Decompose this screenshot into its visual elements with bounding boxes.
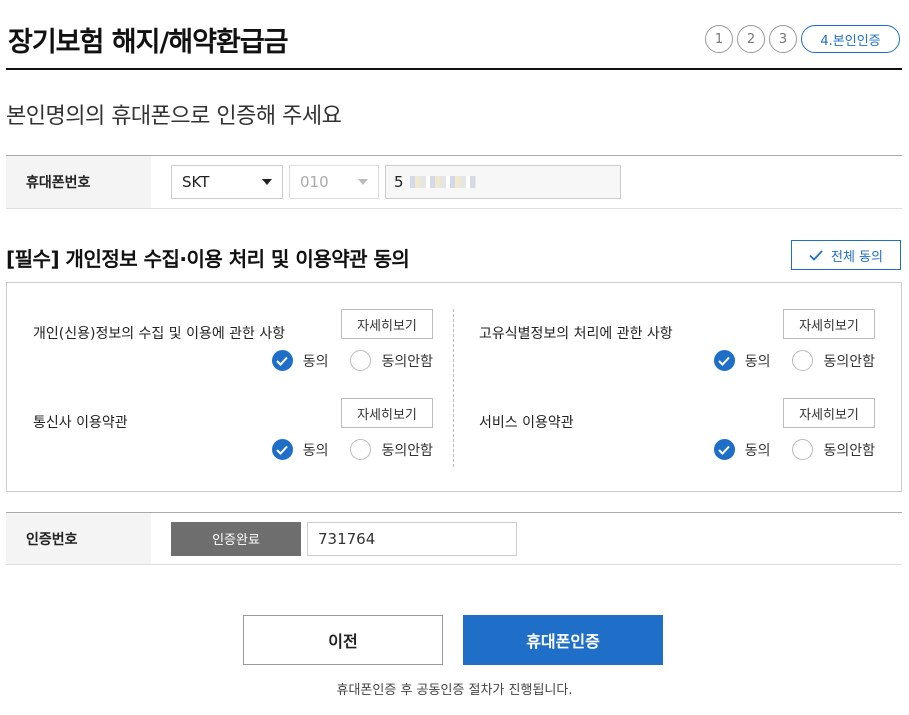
- phone-label: 휴대폰번호: [6, 156, 151, 208]
- chevron-down-icon: [358, 179, 368, 185]
- chevron-down-icon: [262, 179, 272, 185]
- agree-label: 동의: [744, 442, 771, 459]
- radio-checked-icon: [713, 350, 735, 371]
- phone-prefix-select[interactable]: 010: [289, 165, 379, 199]
- divider: [453, 309, 454, 467]
- disagree-label: 동의안함: [823, 442, 875, 459]
- check-icon: [809, 249, 823, 261]
- step-3: 3: [769, 25, 797, 53]
- phone-number-value: 5: [394, 173, 404, 191]
- phone-fields: SKT 010 5: [151, 156, 902, 208]
- cert-label: 인증번호: [6, 513, 151, 564]
- step-2: 2: [737, 25, 765, 53]
- phone-row: 휴대폰번호 SKT 010 5: [6, 155, 902, 209]
- phone-auth-button[interactable]: 휴대폰인증: [463, 615, 663, 665]
- cert-fields: 인증완료 731764: [151, 513, 902, 564]
- disagree-label: 동의안함: [823, 353, 875, 370]
- radio-checked-icon: [271, 439, 293, 460]
- disagree-radio[interactable]: 동의안함: [350, 439, 433, 460]
- page-title: 장기보험 해지/해약환급금: [8, 27, 289, 58]
- radio-unchecked-icon: [350, 439, 372, 460]
- agreement-box: 개인(신용)정보의 수집 및 이용에 관한 사항 자세히보기 동의 동의안함 고…: [6, 282, 902, 492]
- agreement-item: 서비스 이용약관 자세히보기 동의 동의안함: [475, 398, 875, 478]
- view-details-button[interactable]: 자세히보기: [783, 398, 875, 428]
- agree-radio[interactable]: 동의: [713, 350, 771, 371]
- agreement-item-title: 고유식별정보의 처리에 관한 사항: [479, 326, 673, 342]
- page-header: 장기보험 해지/해약환급금 1 2 3 4.본인인증: [6, 0, 902, 70]
- agreement-item: 개인(신용)정보의 수집 및 이용에 관한 사항 자세히보기 동의 동의안함: [33, 309, 433, 389]
- agreement-item: 고유식별정보의 처리에 관한 사항 자세히보기 동의 동의안함: [475, 309, 875, 389]
- view-details-button[interactable]: 자세히보기: [341, 309, 433, 339]
- cert-complete-button[interactable]: 인증완료: [171, 521, 301, 556]
- agree-label: 동의: [302, 353, 329, 370]
- view-details-button[interactable]: 자세히보기: [783, 309, 875, 339]
- carrier-value: SKT: [182, 173, 210, 191]
- agree-label: 동의: [302, 442, 329, 459]
- agree-radio[interactable]: 동의: [271, 350, 329, 371]
- cert-row: 인증번호 인증완료 731764: [6, 512, 902, 565]
- phone-number-input[interactable]: 5: [385, 165, 621, 199]
- disagree-label: 동의안함: [381, 353, 433, 370]
- agree-radio[interactable]: 동의: [713, 439, 771, 460]
- carrier-select[interactable]: SKT: [171, 165, 283, 199]
- consent-radios: 동의 동의안함: [271, 439, 433, 460]
- view-details-button[interactable]: 자세히보기: [341, 398, 433, 428]
- step-indicator: 1 2 3 4.본인인증: [705, 25, 900, 53]
- agreement-title: [필수] 개인정보 수집·이용 처리 및 이용약관 동의: [6, 247, 410, 271]
- consent-radios: 동의 동의안함: [713, 439, 875, 460]
- radio-unchecked-icon: [792, 439, 814, 460]
- notice-text: 휴대폰인증 후 공동인증 절차가 진행됩니다.: [336, 683, 573, 698]
- radio-unchecked-icon: [792, 350, 814, 371]
- step-current: 4.본인인증: [801, 25, 900, 53]
- radio-checked-icon: [271, 350, 293, 371]
- radio-unchecked-icon: [350, 350, 372, 371]
- consent-radios: 동의 동의안함: [713, 350, 875, 371]
- agree-label: 동의: [744, 353, 771, 370]
- agree-all-label: 전체 동의: [831, 249, 883, 265]
- masked-number-icon: [409, 176, 476, 188]
- agreement-item: 통신사 이용약관 자세히보기 동의 동의안함: [33, 398, 433, 478]
- section-subtitle: 본인명의의 휴대폰으로 인증해 주세요: [6, 104, 342, 129]
- agreement-item-title: 개인(신용)정보의 수집 및 이용에 관한 사항: [33, 326, 286, 342]
- step-1: 1: [705, 25, 733, 53]
- agree-all-button[interactable]: 전체 동의: [791, 240, 901, 270]
- agreement-item-title: 통신사 이용약관: [33, 415, 128, 431]
- disagree-radio[interactable]: 동의안함: [792, 350, 875, 371]
- disagree-radio[interactable]: 동의안함: [350, 350, 433, 371]
- disagree-label: 동의안함: [381, 442, 433, 459]
- agree-radio[interactable]: 동의: [271, 439, 329, 460]
- consent-radios: 동의 동의안함: [271, 350, 433, 371]
- prev-button[interactable]: 이전: [243, 615, 443, 665]
- disagree-radio[interactable]: 동의안함: [792, 439, 875, 460]
- prefix-value: 010: [300, 173, 329, 191]
- radio-checked-icon: [713, 439, 735, 460]
- agreement-item-title: 서비스 이용약관: [479, 415, 574, 431]
- cert-code-input[interactable]: 731764: [307, 521, 517, 556]
